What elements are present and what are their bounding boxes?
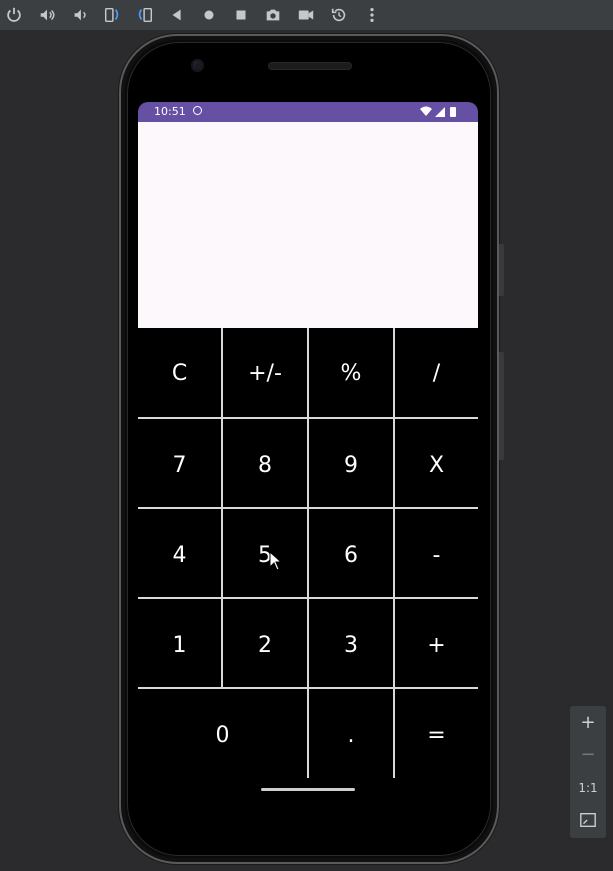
key-9[interactable]: 9 — [309, 419, 393, 507]
signal-icon — [435, 107, 445, 117]
key-8[interactable]: 8 — [223, 419, 307, 507]
key-1[interactable]: 1 — [138, 599, 221, 687]
rotate-left-icon[interactable] — [102, 5, 122, 25]
device-screen: 10:51 C +/-%/ 7 8 9 X 4 5 6- 1 2 3 +0. = — [138, 102, 478, 802]
status-icons — [420, 106, 456, 117]
back-icon[interactable] — [167, 5, 187, 25]
key-divide[interactable]: / — [395, 328, 478, 417]
volume-down-icon[interactable] — [70, 5, 90, 25]
overview-icon[interactable] — [231, 5, 251, 25]
emulator-toolbar — [0, 0, 613, 31]
more-icon[interactable] — [362, 5, 382, 25]
zoom-out-button[interactable]: − — [570, 739, 606, 771]
key-multiply[interactable]: X — [395, 419, 478, 507]
key-percent[interactable]: % — [309, 328, 393, 417]
volume-button — [499, 244, 504, 296]
earpiece-speaker — [268, 62, 352, 70]
mouse-cursor-icon — [269, 551, 283, 571]
volume-up-icon[interactable] — [37, 5, 57, 25]
zoom-panel: + − 1:1 — [570, 706, 606, 838]
key-5[interactable]: 5 — [223, 509, 307, 597]
key-clear[interactable]: C — [138, 328, 221, 417]
key-7[interactable]: 7 — [138, 419, 221, 507]
calculator-display — [138, 122, 478, 328]
status-bar: 10:51 — [138, 102, 478, 122]
wifi-icon — [420, 106, 432, 116]
rotate-right-icon[interactable] — [135, 5, 155, 25]
battery-icon — [450, 107, 456, 117]
key-0[interactable]: 0 — [138, 689, 307, 778]
key-subtract[interactable]: - — [395, 509, 478, 597]
key-2[interactable]: 2 — [223, 599, 307, 687]
gesture-home-bar[interactable] — [261, 788, 355, 791]
home-icon[interactable] — [199, 5, 219, 25]
front-camera — [191, 59, 204, 72]
notification-icon — [193, 106, 202, 115]
key-toggle-sign[interactable]: +/- — [223, 328, 307, 417]
key-add[interactable]: + — [395, 599, 478, 687]
power-icon[interactable] — [4, 5, 24, 25]
video-icon[interactable] — [296, 5, 316, 25]
key-3[interactable]: 3 — [309, 599, 393, 687]
zoom-in-button[interactable]: + — [570, 707, 606, 739]
key-4[interactable]: 4 — [138, 509, 221, 597]
calculator-keypad: C +/-%/ 7 8 9 X 4 5 6- 1 2 3 +0. = — [138, 328, 478, 778]
fit-screen-icon[interactable] — [570, 804, 606, 836]
key-6[interactable]: 6 — [309, 509, 393, 597]
restore-icon[interactable] — [329, 5, 349, 25]
actual-size-button[interactable]: 1:1 — [570, 772, 606, 804]
status-time: 10:51 — [154, 105, 186, 118]
key-equals[interactable]: = — [395, 689, 478, 778]
camera-icon[interactable] — [263, 5, 283, 25]
key-decimal[interactable]: . — [309, 689, 393, 778]
side-button — [499, 352, 504, 460]
